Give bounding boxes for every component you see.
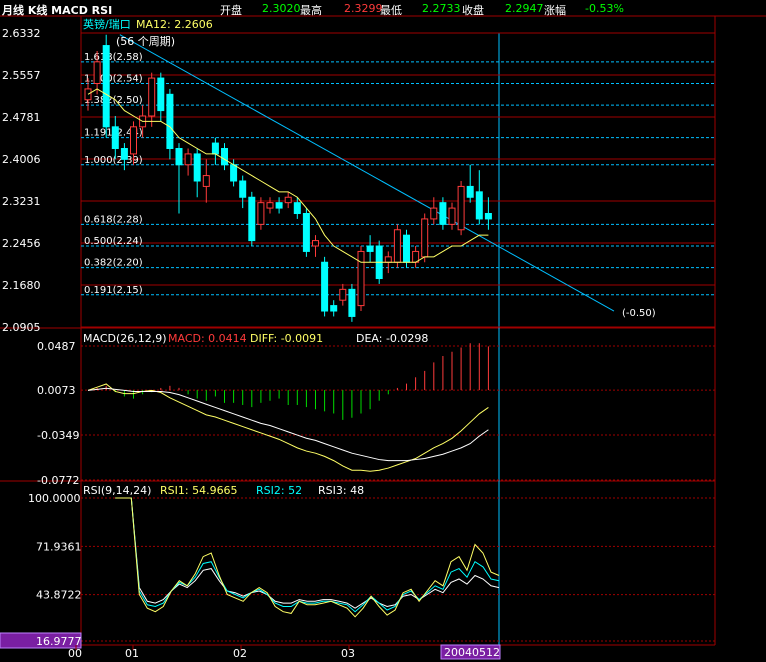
price-tick-label: 2.2456 bbox=[2, 237, 41, 250]
price-tick-label: 2.0905 bbox=[2, 321, 41, 334]
candle-body bbox=[312, 240, 319, 247]
candle-body bbox=[284, 196, 292, 204]
macd-legend-diff: DIFF: -0.0091 bbox=[250, 332, 323, 345]
candle-body bbox=[302, 213, 310, 252]
rsi3-line bbox=[115, 497, 500, 609]
candle-body bbox=[202, 175, 210, 187]
candle-body bbox=[366, 245, 374, 252]
rsi1-line bbox=[115, 497, 500, 618]
candle-body bbox=[484, 213, 492, 220]
rsi-tick-label: 71.9361 bbox=[36, 540, 82, 553]
candle-body bbox=[293, 202, 301, 215]
candle-body bbox=[430, 207, 438, 220]
candle-body bbox=[266, 202, 274, 209]
x-axis: 00 01 02 03 20040512 bbox=[68, 644, 501, 660]
price-legend-symbol: 英镑/瑞口 bbox=[83, 17, 131, 31]
fib-level-label: 1.382(2.50) bbox=[84, 95, 143, 106]
candle-body bbox=[166, 93, 174, 149]
rsi-legend-rsi1: RSI1: 54.9665 bbox=[160, 484, 238, 497]
macd-legend-macd: MACD: 0.0414 bbox=[168, 332, 247, 345]
fib-level-label: 0.618(2.28) bbox=[84, 214, 143, 225]
chart-canvas[interactable]: 2.6332 2.5557 2.4781 2.4006 2.3231 2.2456 2.16… bbox=[0, 0, 766, 662]
x-tick-label: 03 bbox=[341, 647, 355, 660]
x-highlight-label: 20040512 bbox=[444, 646, 500, 659]
candle-body bbox=[148, 77, 156, 117]
candle-body bbox=[248, 196, 256, 242]
rsi-legend-rsi2: RSI2: 52 bbox=[256, 484, 302, 497]
rsi-legend-rsi3: RSI3: 48 bbox=[318, 484, 364, 497]
macd-tick-label: -0.0349 bbox=[37, 429, 79, 442]
fib-level-label: 0.500(2.24) bbox=[84, 236, 143, 247]
candle-body bbox=[230, 164, 238, 182]
candle-body bbox=[184, 153, 192, 166]
candle-body bbox=[439, 202, 447, 225]
candle-body bbox=[275, 202, 283, 209]
candle-body bbox=[193, 153, 201, 182]
x-tick-label: 00 bbox=[68, 647, 82, 660]
candle-body bbox=[357, 250, 365, 307]
candle-body bbox=[466, 185, 474, 198]
candle-body bbox=[239, 180, 247, 198]
candle-body bbox=[321, 261, 329, 312]
macd-tick-label: 0.0073 bbox=[37, 384, 76, 397]
candle-body bbox=[421, 218, 429, 258]
candle-body bbox=[448, 207, 456, 225]
candle-body bbox=[475, 191, 483, 220]
price-panel[interactable]: 2.6332 2.5557 2.4781 2.4006 2.3231 2.2456 2.16… bbox=[2, 17, 715, 334]
x-tick-label: 02 bbox=[233, 647, 247, 660]
macd-panel[interactable]: 0.0487 0.0073 -0.0349 -0.0772 MACD(26,12,9) M… bbox=[37, 332, 715, 487]
macd-legend-name: MACD(26,12,9) bbox=[83, 332, 167, 345]
rsi-panel[interactable]: 100.000071.936143.872216.9777RSI(9,14,24… bbox=[0, 484, 715, 649]
rsi-tick-label: 43.8722 bbox=[36, 589, 82, 602]
candle-body bbox=[102, 45, 110, 128]
rsi-tick-label: 100.0000 bbox=[28, 492, 81, 505]
ma12-line bbox=[87, 88, 489, 263]
price-tick-label: 2.4781 bbox=[2, 111, 41, 124]
candle-body bbox=[257, 202, 265, 225]
candle-body bbox=[403, 234, 410, 263]
macd-tick-label: 0.0487 bbox=[37, 340, 76, 353]
candle-body bbox=[93, 61, 101, 84]
candle-body bbox=[221, 147, 228, 166]
x-tick-label: 01 bbox=[125, 647, 139, 660]
period-note: (56 个周期) bbox=[116, 35, 175, 48]
candle-body bbox=[384, 256, 392, 263]
macd-legend-dea: DEA: -0.0298 bbox=[356, 332, 428, 345]
candle-body bbox=[175, 147, 183, 166]
price-tick-label: 2.4006 bbox=[2, 153, 41, 166]
price-tick-label: 2.3231 bbox=[2, 195, 41, 208]
chart-frame bbox=[0, 15, 766, 646]
price-tick-label: 2.6332 bbox=[2, 27, 41, 40]
candle-body bbox=[211, 142, 219, 155]
candle-body bbox=[339, 288, 347, 301]
rsi-legend-name: RSI(9,14,24) bbox=[83, 484, 151, 497]
fib-level-label: 0.382(2.20) bbox=[84, 258, 143, 269]
candle-body bbox=[130, 126, 137, 155]
fib-level-label: 1.618(2.58) bbox=[84, 52, 143, 63]
candle-body bbox=[111, 126, 119, 149]
target-note: (-0.50) bbox=[622, 308, 656, 319]
fib-level-label: 1.500(2.54) bbox=[84, 73, 143, 84]
macd-tick-label: -0.0772 bbox=[37, 474, 79, 487]
candle-body bbox=[457, 185, 465, 231]
candle-body bbox=[120, 147, 128, 160]
candle-body bbox=[157, 77, 165, 112]
price-tick-label: 2.1680 bbox=[2, 279, 41, 292]
price-legend-ma: MA12: 2.2606 bbox=[136, 18, 213, 31]
fib-level-label: 0.191(2.15) bbox=[84, 285, 143, 296]
candle-body bbox=[393, 229, 401, 263]
price-tick-label: 2.5557 bbox=[2, 69, 41, 82]
candle-body bbox=[348, 288, 356, 317]
candle-body bbox=[330, 305, 338, 312]
